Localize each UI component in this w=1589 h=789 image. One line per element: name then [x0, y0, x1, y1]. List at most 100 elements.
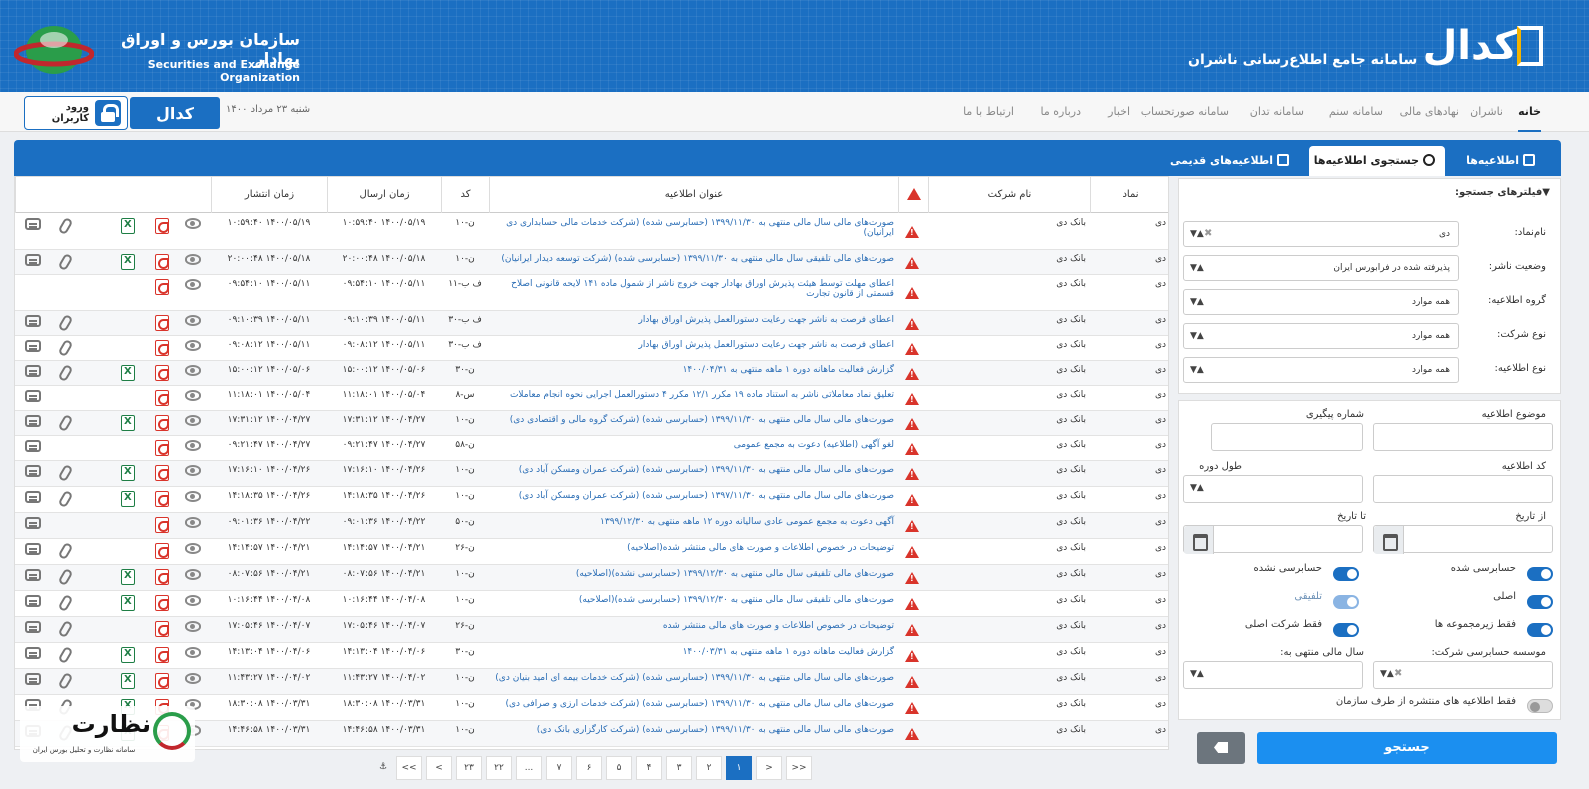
- view-icon[interactable]: [185, 647, 201, 658]
- page-button[interactable]: ۲۲: [486, 756, 512, 780]
- col-sent-time[interactable]: زمان ارسال: [327, 177, 441, 213]
- view-icon[interactable]: [185, 254, 201, 265]
- cell-title[interactable]: صورت‌های مالی سال مالی منتهی به ۱۳۹۹/۱۱/…: [489, 695, 898, 721]
- excel-icon[interactable]: [121, 218, 135, 234]
- pdf-icon[interactable]: [155, 415, 169, 431]
- table-row[interactable]: دی بانک دی اعطای فرصت به ناشر جهت رعایت دس…: [15, 336, 1168, 361]
- comment-icon[interactable]: [25, 465, 41, 477]
- excel-icon[interactable]: [121, 569, 135, 585]
- view-icon[interactable]: [185, 465, 201, 476]
- cell-title[interactable]: صورت‌های مالی تلفیقی سال مالی منتهی به ۱…: [489, 565, 898, 591]
- warning-icon[interactable]: [905, 494, 919, 506]
- warning-icon[interactable]: [905, 418, 919, 430]
- table-row[interactable]: دی بانک دی لغو آگهی (اطلاعیه) دعوت به مجمع…: [15, 436, 1168, 461]
- view-icon[interactable]: [185, 218, 201, 229]
- page-button[interactable]: >>: [786, 756, 812, 780]
- comment-icon[interactable]: [25, 390, 41, 402]
- view-icon[interactable]: [185, 543, 201, 554]
- attachment-icon[interactable]: [57, 363, 74, 383]
- pdf-icon[interactable]: [155, 440, 169, 456]
- pdf-icon[interactable]: [155, 543, 169, 559]
- table-row[interactable]: دی بانک دی صورت‌های مالی سال مالی منتهی به…: [15, 411, 1168, 436]
- comment-icon[interactable]: [25, 218, 41, 230]
- cell-title[interactable]: اعطای مهلت توسط هیئت پذیرش اوراق بهادار …: [489, 275, 898, 311]
- comment-icon[interactable]: [25, 491, 41, 503]
- search-button[interactable]: جستجو: [1257, 732, 1557, 764]
- attachment-icon[interactable]: [57, 593, 74, 613]
- table-row[interactable]: دی بانک دی گزارش فعالیت ماهانه دوره ۱ ماهه…: [15, 361, 1168, 386]
- warning-icon[interactable]: [905, 257, 919, 269]
- tab-old-letters[interactable]: اطلاعیه‌های قدیمی: [1160, 146, 1299, 176]
- page-button[interactable]: ۵: [606, 756, 632, 780]
- attachment-icon[interactable]: [57, 619, 74, 639]
- cell-title[interactable]: صورت‌های مالی سال مالی منتهی به ۱۳۹۹/۱۱/…: [489, 461, 898, 487]
- table-row[interactable]: دی بانک دی توضیحات در خصوص اطلاعات و صورت …: [15, 539, 1168, 565]
- tab-letters[interactable]: اطلاعیه‌ها: [1456, 146, 1545, 176]
- consolidated-toggle[interactable]: [1333, 595, 1359, 609]
- attachment-icon[interactable]: [57, 541, 74, 561]
- table-row[interactable]: دی بانک دی گزارش فعالیت ماهانه دوره ۱ ماهه…: [15, 643, 1168, 669]
- excel-icon[interactable]: [121, 254, 135, 270]
- view-icon[interactable]: [185, 340, 201, 351]
- not-audited-toggle[interactable]: [1333, 567, 1359, 581]
- nav-contact[interactable]: ارتباط با ما: [963, 92, 1014, 132]
- pdf-icon[interactable]: [155, 647, 169, 663]
- cell-title[interactable]: تعلیق نماد معاملاتی ناشر به استناد ماده …: [489, 386, 898, 411]
- comment-icon[interactable]: [25, 254, 41, 266]
- pdf-icon[interactable]: [155, 390, 169, 406]
- warning-icon[interactable]: [905, 226, 919, 238]
- view-icon[interactable]: [185, 595, 201, 606]
- table-row[interactable]: دی بانک دی اعطای مهلت توسط هیئت پذیرش اورا…: [15, 275, 1168, 311]
- table-row[interactable]: دی بانک دی صورت‌های مالی سال مالی منتهی به…: [15, 487, 1168, 513]
- table-row[interactable]: دی بانک دی صورت‌های مالی تلفیقی سال مالی م…: [15, 565, 1168, 591]
- cell-title[interactable]: گزارش فعالیت ماهانه دوره ۱ ماهه منتهی به…: [489, 361, 898, 386]
- col-company[interactable]: نام شرکت: [928, 177, 1090, 213]
- cell-title[interactable]: صورت‌های مالی سال مالی منتهی به ۱۳۹۹/۱۱/…: [489, 214, 898, 250]
- attachment-icon[interactable]: [57, 489, 74, 509]
- warning-icon[interactable]: [905, 318, 919, 330]
- to-date-input[interactable]: [1183, 525, 1363, 554]
- cell-title[interactable]: گزارش فعالیت ماهانه دوره ۱ ماهه منتهی به…: [489, 643, 898, 669]
- view-icon[interactable]: [185, 491, 201, 502]
- col-title[interactable]: عنوان اطلاعیه: [489, 177, 898, 213]
- warning-icon[interactable]: [905, 676, 919, 688]
- page-button[interactable]: ...: [516, 756, 542, 780]
- from-date-input[interactable]: [1373, 525, 1553, 554]
- view-icon[interactable]: [185, 621, 201, 632]
- warning-icon[interactable]: [905, 702, 919, 714]
- codal-small-logo[interactable]: کدال: [130, 97, 220, 129]
- clear-icon[interactable]: ✖: [1394, 662, 1402, 686]
- excel-icon[interactable]: [121, 647, 135, 663]
- warning-icon[interactable]: [905, 728, 919, 740]
- col-symbol[interactable]: نماد: [1090, 177, 1168, 213]
- codal-logo[interactable]: کدال: [1420, 10, 1550, 82]
- table-row[interactable]: دی بانک دی توضیحات در خصوص اطلاعات و صورت …: [15, 617, 1168, 643]
- comment-icon[interactable]: [25, 543, 41, 555]
- view-icon[interactable]: [185, 517, 201, 528]
- attachment-icon[interactable]: [57, 216, 74, 236]
- excel-icon[interactable]: [121, 595, 135, 611]
- nav-news[interactable]: اخبار: [1108, 92, 1130, 132]
- page-button[interactable]: ۱: [726, 756, 752, 780]
- warning-icon[interactable]: [905, 572, 919, 584]
- page-button[interactable]: ۲۳: [456, 756, 482, 780]
- page-button[interactable]: <: [426, 756, 452, 780]
- pdf-icon[interactable]: [155, 279, 169, 295]
- table-row[interactable]: دی بانک دی صورت‌های مالی سال مالی منتهی به…: [15, 461, 1168, 487]
- clear-button[interactable]: [1197, 732, 1245, 764]
- table-row[interactable]: دی بانک دی صورت‌های مالی تلفیقی سال مالی م…: [15, 591, 1168, 617]
- attachment-icon[interactable]: [57, 413, 74, 433]
- nav-invoice[interactable]: سامانه صورتحساب: [1141, 92, 1229, 132]
- status-select[interactable]: پذیرفته شده در فرابورس ایران ▲▼: [1183, 255, 1459, 281]
- page-button[interactable]: >: [756, 756, 782, 780]
- attachment-icon[interactable]: [57, 671, 74, 691]
- fiscal-year-select[interactable]: ▲▼: [1183, 661, 1363, 689]
- clear-icon[interactable]: ✖: [1204, 222, 1212, 246]
- pdf-icon[interactable]: [155, 465, 169, 481]
- page-button[interactable]: ۷: [546, 756, 572, 780]
- comment-icon[interactable]: [25, 365, 41, 377]
- code-input[interactable]: [1373, 475, 1553, 503]
- attachment-icon[interactable]: [57, 567, 74, 587]
- tab-search-letters[interactable]: جستجوی اطلاعیه‌ها: [1309, 146, 1445, 176]
- pdf-icon[interactable]: [155, 491, 169, 507]
